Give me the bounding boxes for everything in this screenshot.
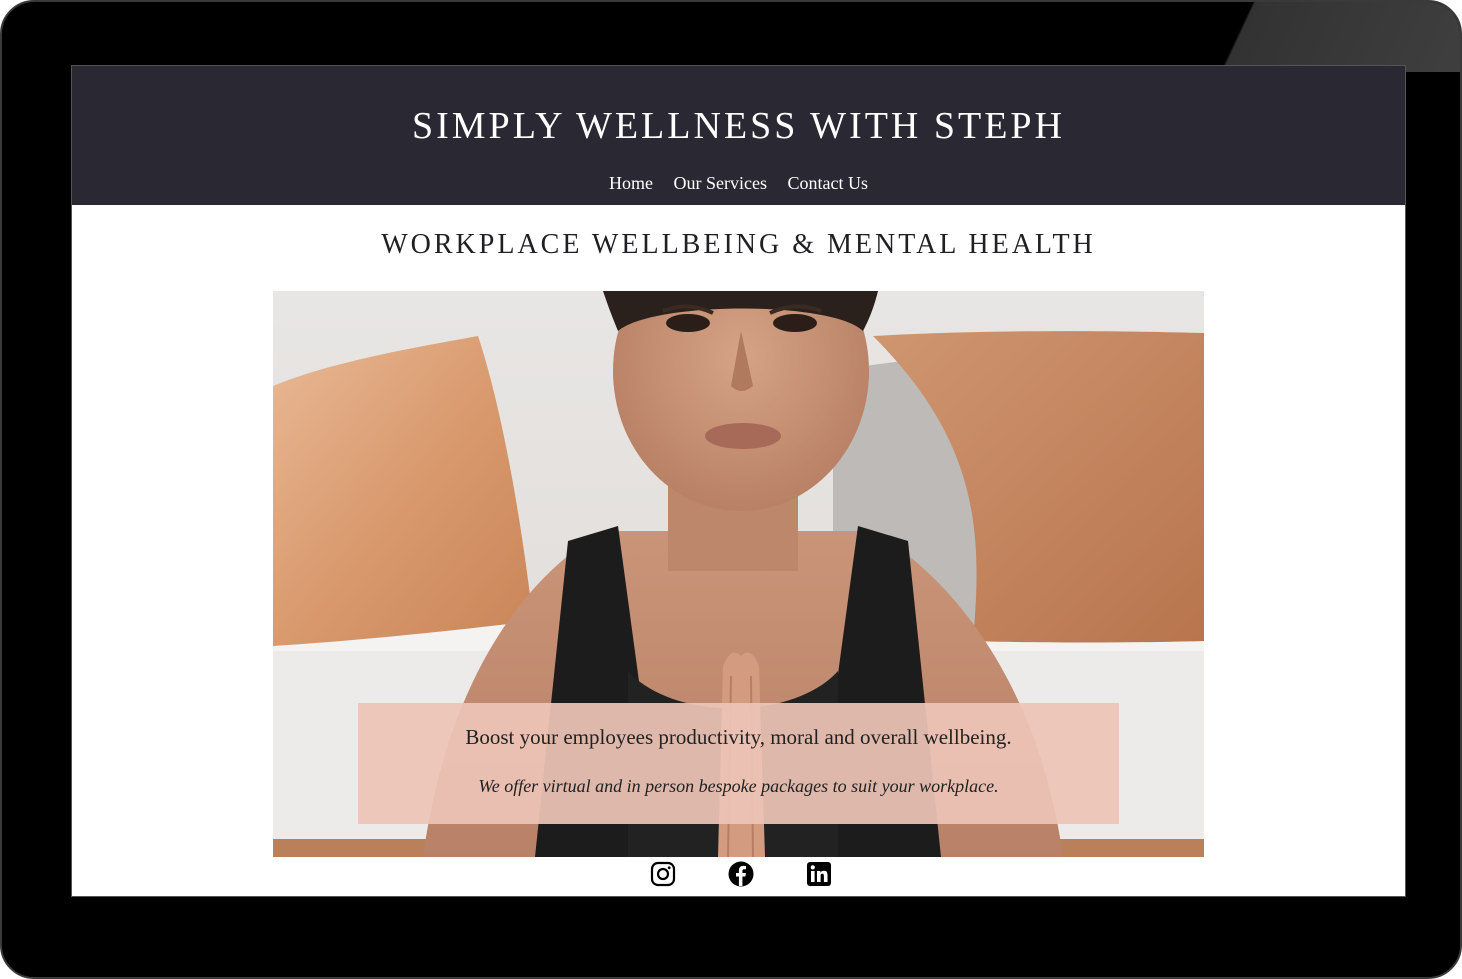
nav-item-our-services[interactable]: Our Services	[674, 172, 767, 194]
tablet-frame: SIMPLY WELLNESS WITH STEPH Home Our Serv…	[0, 0, 1462, 979]
nav-item-home[interactable]: Home	[609, 172, 653, 194]
nav-item-contact-us[interactable]: Contact Us	[787, 172, 868, 194]
linkedin-icon[interactable]	[806, 861, 832, 887]
website-screen: SIMPLY WELLNESS WITH STEPH Home Our Serv…	[71, 65, 1406, 897]
instagram-icon[interactable]	[650, 861, 676, 887]
site-title[interactable]: SIMPLY WELLNESS WITH STEPH	[72, 104, 1405, 148]
site-header: SIMPLY WELLNESS WITH STEPH Home Our Serv…	[72, 66, 1405, 205]
hero-subtagline: We offer virtual and in person bespoke p…	[478, 776, 999, 796]
main-nav: Home Our Services Contact Us	[72, 172, 1405, 194]
facebook-icon[interactable]	[728, 861, 754, 887]
frame-glare	[1220, 2, 1460, 72]
hero-tagline: Boost your employees productivity, moral…	[465, 725, 1012, 749]
social-links	[72, 861, 1405, 891]
page-headline: WORKPLACE WELLBEING & MENTAL HEALTH	[381, 229, 1096, 260]
hero-text-overlay: Boost your employees productivity, moral…	[358, 703, 1119, 824]
hero-image: Boost your employees productivity, moral…	[273, 291, 1204, 857]
